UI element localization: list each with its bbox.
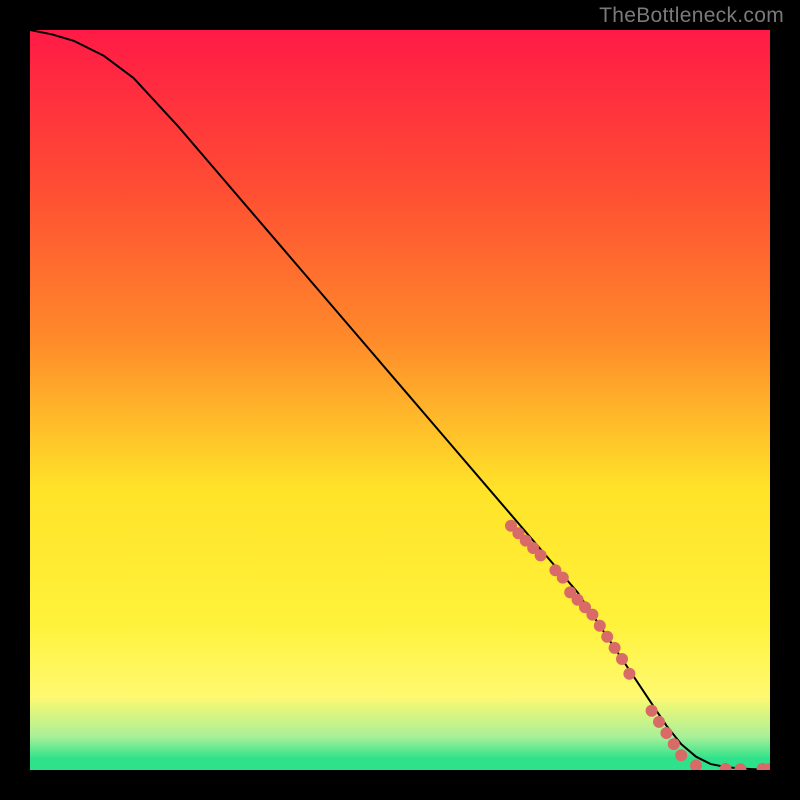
marker-point bbox=[653, 716, 665, 728]
plot-area bbox=[30, 30, 770, 770]
marker-point bbox=[601, 631, 613, 643]
marker-point bbox=[616, 653, 628, 665]
marker-point bbox=[594, 620, 606, 632]
chart-container: TheBottleneck.com bbox=[0, 0, 800, 800]
marker-point bbox=[557, 572, 569, 584]
watermark-text: TheBottleneck.com bbox=[599, 4, 784, 28]
chart-svg bbox=[30, 30, 770, 770]
marker-point bbox=[586, 609, 598, 621]
marker-point bbox=[660, 727, 672, 739]
gradient-background bbox=[30, 30, 770, 770]
marker-point bbox=[646, 705, 658, 717]
marker-point bbox=[535, 549, 547, 561]
marker-point bbox=[675, 749, 687, 761]
marker-point bbox=[668, 738, 680, 750]
marker-point bbox=[609, 642, 621, 654]
marker-point bbox=[623, 668, 635, 680]
